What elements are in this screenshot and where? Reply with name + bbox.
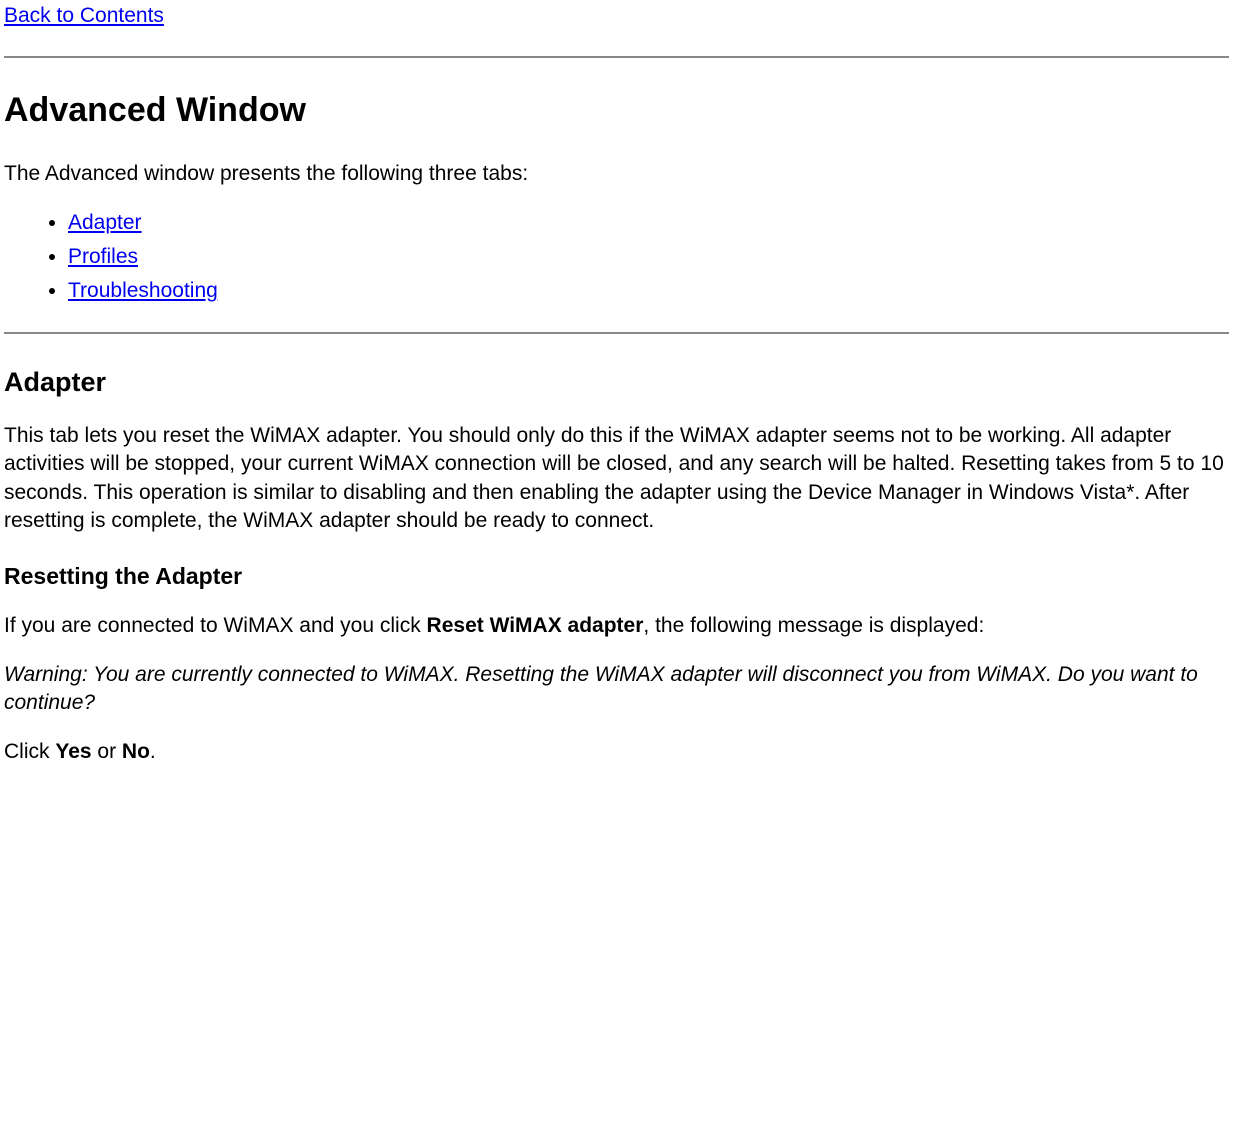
section-heading-resetting: Resetting the Adapter (4, 561, 1229, 592)
text-segment: or (92, 740, 122, 763)
no-label: No (122, 740, 150, 763)
tab-link-adapter[interactable]: Adapter (68, 211, 142, 234)
tab-link-profiles[interactable]: Profiles (68, 245, 138, 268)
intro-text: The Advanced window presents the followi… (4, 160, 1229, 188)
text-segment: , the following message is displayed: (643, 614, 984, 637)
adapter-description: This tab lets you reset the WiMAX adapte… (4, 422, 1229, 535)
yes-label: Yes (55, 740, 91, 763)
list-item: Adapter (68, 209, 1229, 237)
click-yes-no: Click Yes or No. (4, 738, 1229, 766)
list-item: Troubleshooting (68, 277, 1229, 305)
divider (4, 332, 1229, 334)
tab-link-troubleshooting[interactable]: Troubleshooting (68, 279, 218, 302)
page-title: Advanced Window (4, 88, 1229, 134)
list-item: Profiles (68, 243, 1229, 271)
reset-adapter-label: Reset WiMAX adapter (427, 614, 644, 637)
resetting-lead-in: If you are connected to WiMAX and you cl… (4, 612, 1229, 640)
back-to-contents-link[interactable]: Back to Contents (4, 4, 164, 27)
section-heading-adapter: Adapter (4, 364, 1229, 400)
warning-message: Warning: You are currently connected to … (4, 661, 1229, 718)
text-segment: If you are connected to WiMAX and you cl… (4, 614, 427, 637)
tabs-list: Adapter Profiles Troubleshooting (4, 209, 1229, 306)
divider (4, 56, 1229, 58)
text-segment: . (150, 740, 156, 763)
text-segment: Click (4, 740, 55, 763)
